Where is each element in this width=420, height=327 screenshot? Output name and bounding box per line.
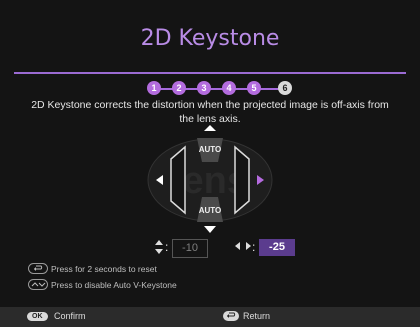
step-3: 3 bbox=[197, 81, 211, 95]
down-arrow-icon[interactable] bbox=[204, 226, 216, 233]
step-5: 5 bbox=[247, 81, 261, 95]
horizontal-arrows-icon bbox=[235, 242, 251, 250]
footer-bar: OK Confirm Return bbox=[0, 307, 420, 327]
keystone-graphic: lens AUTO AUTO bbox=[147, 125, 273, 233]
description-text: 2D Keystone corrects the distortion when… bbox=[31, 99, 389, 125]
ok-button-icon[interactable]: OK bbox=[27, 312, 48, 321]
top-auto-label: AUTO bbox=[199, 145, 222, 154]
disable-hint-text: Press to disable Auto V-Keystone bbox=[51, 279, 177, 290]
keystone-menu: 2D Keystone 1 2 3 4 5 6 2D Keystone corr… bbox=[0, 0, 420, 327]
horizontal-value[interactable]: -25 bbox=[259, 239, 295, 256]
horizontal-colon: : bbox=[252, 240, 256, 254]
up-arrow-icon[interactable] bbox=[204, 125, 216, 131]
confirm-label: Confirm bbox=[54, 311, 86, 321]
step-6: 6 bbox=[278, 81, 292, 95]
vertical-colon: : bbox=[165, 240, 169, 254]
return-label: Return bbox=[243, 311, 271, 321]
vertical-value[interactable]: -10 bbox=[172, 239, 208, 258]
step-4: 4 bbox=[222, 81, 236, 95]
disable-hint: Press to disable Auto V-Keystone bbox=[28, 279, 177, 290]
page-title: 2D Keystone bbox=[140, 26, 280, 51]
reset-hint: Press for 2 seconds to reset bbox=[28, 263, 157, 274]
up-down-icon bbox=[28, 279, 48, 290]
right-keystone-shape bbox=[234, 145, 250, 215]
left-keystone-shape bbox=[170, 145, 186, 215]
vertical-arrows-icon bbox=[155, 240, 163, 254]
keystone-diagram: lens AUTO AUTO bbox=[135, 125, 285, 235]
back-icon bbox=[28, 263, 48, 274]
return-icon[interactable] bbox=[223, 311, 239, 321]
reset-hint-text: Press for 2 seconds to reset bbox=[51, 263, 157, 274]
step-1: 1 bbox=[147, 81, 161, 95]
step-2: 2 bbox=[172, 81, 186, 95]
bottom-auto-label: AUTO bbox=[199, 206, 222, 215]
step-indicator: 1 2 3 4 5 6 bbox=[147, 81, 297, 97]
title-divider bbox=[14, 72, 406, 74]
